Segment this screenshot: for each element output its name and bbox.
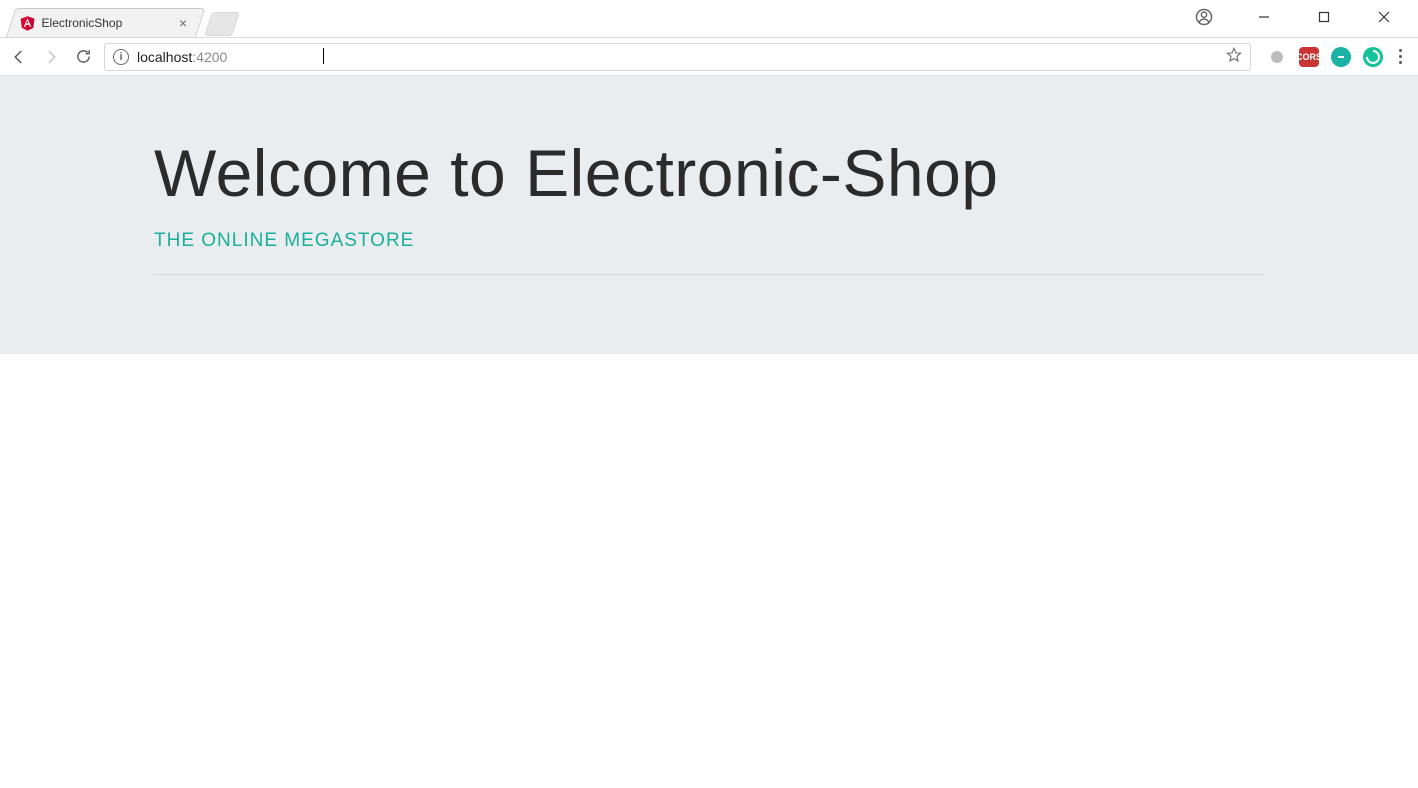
cors-extension-icon[interactable]: CORS xyxy=(1299,47,1319,67)
new-tab-button[interactable] xyxy=(204,12,240,36)
window-close-icon[interactable] xyxy=(1368,11,1400,23)
forward-button[interactable] xyxy=(40,46,62,68)
divider xyxy=(154,274,1264,275)
window-controls xyxy=(1188,0,1418,34)
address-bar[interactable]: i localhost:4200 xyxy=(104,43,1251,71)
extension-teal-icon[interactable] xyxy=(1331,47,1351,67)
tab-title: ElectronicShop xyxy=(42,16,123,30)
reload-button[interactable] xyxy=(72,46,94,68)
close-tab-icon[interactable]: × xyxy=(175,15,191,31)
page-viewport: Welcome to Electronic-Shop THE ONLINE ME… xyxy=(0,76,1418,788)
browser-tab[interactable]: ElectronicShop × xyxy=(6,8,205,37)
text-caret xyxy=(323,48,324,64)
browser-window: ElectronicShop × i localhost:4200 xyxy=(0,0,1418,788)
hero-section: Welcome to Electronic-Shop THE ONLINE ME… xyxy=(0,76,1418,354)
window-maximize-icon[interactable] xyxy=(1308,11,1340,23)
window-minimize-icon[interactable] xyxy=(1248,11,1280,23)
site-info-icon[interactable]: i xyxy=(113,49,129,65)
browser-toolbar: i localhost:4200 CORS xyxy=(0,38,1418,76)
extensions-area: CORS xyxy=(1257,47,1410,67)
navigation-buttons xyxy=(8,46,98,68)
url-text: localhost:4200 xyxy=(137,49,227,65)
browser-menu-icon[interactable] xyxy=(1395,49,1406,64)
bookmark-star-icon[interactable] xyxy=(1226,47,1242,66)
back-button[interactable] xyxy=(8,46,30,68)
extension-icon[interactable] xyxy=(1267,47,1287,67)
page-heading: Welcome to Electronic-Shop xyxy=(154,136,1264,212)
page-subtitle: THE ONLINE MEGASTORE xyxy=(154,230,1264,270)
user-account-icon[interactable] xyxy=(1188,8,1220,26)
angular-icon xyxy=(20,15,36,31)
grammarly-extension-icon[interactable] xyxy=(1363,47,1383,67)
